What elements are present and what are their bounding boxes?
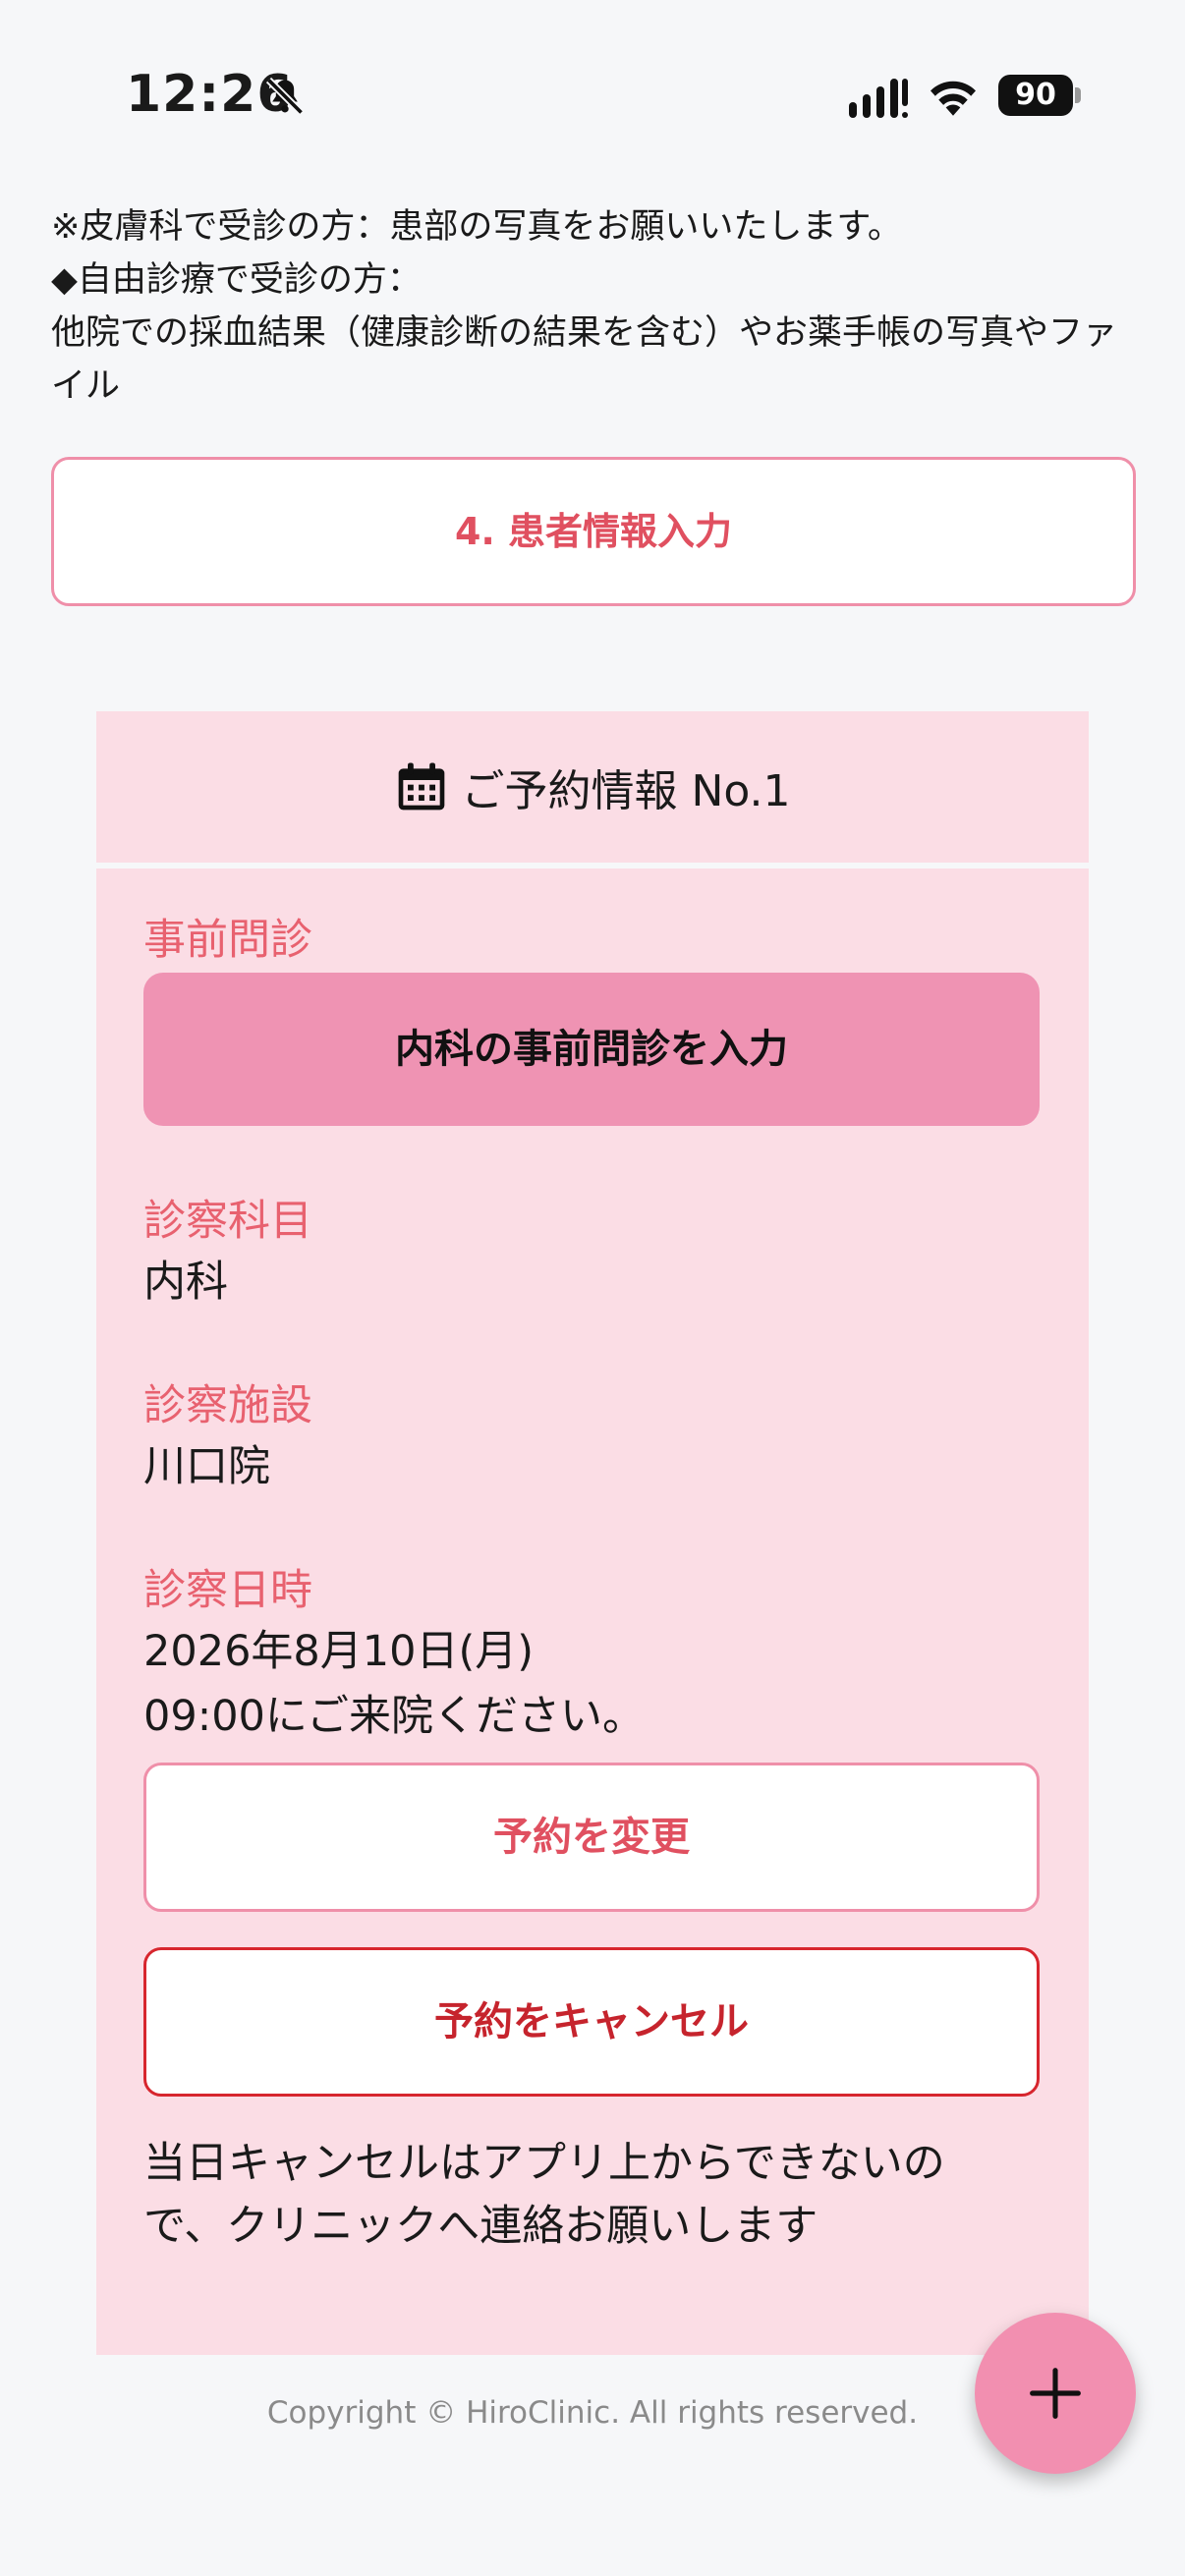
notes-line-2: ◆自由診療で受診の方： bbox=[51, 260, 422, 300]
calendar-icon bbox=[399, 762, 445, 811]
date-value: 2026年8月10日(月) bbox=[143, 1627, 535, 1676]
time-value: 09:00にご来院ください。 bbox=[143, 1692, 646, 1741]
add-fab-button[interactable] bbox=[975, 2313, 1136, 2474]
cancel-note: 当日キャンセルはアプリ上からできないので、クリニックへ連絡お願いします bbox=[143, 2139, 945, 2251]
status-bar: 12:26 90 bbox=[0, 0, 1185, 167]
battery-level: 90 bbox=[998, 75, 1073, 116]
document-notes: 健康保険証・資格確認証・お薬手帳の写真やファイル ※皮膚科で受診の方：患部の写真… bbox=[51, 147, 1142, 413]
pre-exam-label: 事前問診 bbox=[143, 916, 312, 965]
battery-icon: 90 bbox=[998, 75, 1081, 116]
department-label: 診察科目 bbox=[143, 1197, 312, 1246]
reservation-card: ご予約情報 No.1 事前問診 内科の事前問診を入力 診察科目 内科 診察施設 … bbox=[96, 711, 1089, 2355]
facility-label: 診察施設 bbox=[143, 1381, 312, 1430]
facility-value: 川口院 bbox=[143, 1442, 270, 1491]
reservation-details: 事前問診 内科の事前問診を入力 診察科目 内科 診察施設 川口院 診察日時 20… bbox=[96, 868, 1089, 2258]
reservation-card-header: ご予約情報 No.1 bbox=[96, 711, 1089, 863]
notes-line-3: 他院での採血結果（健康診断の結果を含む）やお薬手帳の写真やファイル bbox=[51, 313, 1118, 406]
department-value: 内科 bbox=[143, 1258, 228, 1307]
datetime-label: 診察日時 bbox=[143, 1566, 312, 1615]
bell-slash-icon bbox=[265, 77, 305, 116]
wifi-icon bbox=[931, 81, 976, 116]
signal-icon bbox=[849, 79, 908, 118]
change-reservation-button[interactable]: 予約を変更 bbox=[143, 1763, 1040, 1912]
reservation-title: ご予約情報 No.1 bbox=[461, 766, 791, 816]
notes-line-1: ※皮膚科で受診の方：患部の写真をお願いいたします。 bbox=[51, 207, 902, 247]
patient-info-button[interactable]: 4. 患者情報入力 bbox=[51, 457, 1136, 606]
plus-icon bbox=[1030, 2368, 1081, 2419]
cancel-reservation-button[interactable]: 予約をキャンセル bbox=[143, 1947, 1040, 2097]
pre-exam-questionnaire-button[interactable]: 内科の事前問診を入力 bbox=[143, 973, 1040, 1126]
